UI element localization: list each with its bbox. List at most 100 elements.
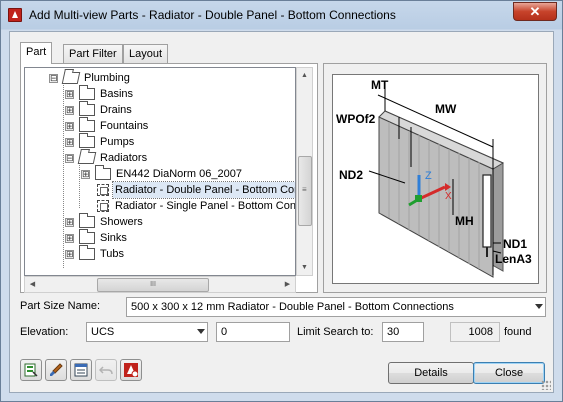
- folder-open-icon: [77, 152, 97, 164]
- autocad-mep-button[interactable]: [120, 359, 142, 381]
- resize-grip-icon[interactable]: [541, 380, 551, 390]
- part-size-value: 500 x 300 x 12 mm Radiator - Double Pane…: [131, 301, 454, 313]
- folder-icon: [79, 213, 95, 228]
- tree-item-label: Fountains: [100, 120, 149, 132]
- radiator-preview-image: Z X MT MW WPOf2 ND2 MH ND1 LenA3: [336, 78, 532, 278]
- preview-frame: Z X MT MW WPOf2 ND2 MH ND1 LenA3: [323, 63, 547, 293]
- axis-z-label: Z: [425, 170, 432, 182]
- folder-icon: [79, 101, 95, 116]
- dialog-client-area: Part Part Filter Layout ⊟ Plumbing ⊞ Bas…: [9, 31, 554, 393]
- connection-pipe: [482, 174, 492, 248]
- tab-part[interactable]: Part: [20, 42, 53, 64]
- tree-item-pumps[interactable]: ⊞ Pumps: [25, 133, 295, 150]
- style-brush-icon: [50, 363, 63, 376]
- part-icon: [97, 200, 109, 212]
- tree-item-label: Drains: [100, 104, 132, 116]
- close-button[interactable]: Close: [473, 362, 545, 384]
- style-brush-button[interactable]: [45, 359, 67, 381]
- tree-item-label: Tubs: [100, 248, 125, 260]
- catalog-browse-icon: [24, 363, 38, 377]
- tab-layout[interactable]: Layout: [123, 44, 169, 63]
- undo-arrow-icon: [99, 366, 113, 375]
- properties-list-button[interactable]: [70, 359, 92, 381]
- tree-item-label: Radiators: [100, 152, 148, 164]
- part-preview: Z X MT MW WPOf2 ND2 MH ND1 LenA3: [332, 74, 539, 284]
- tree-item-radiator-double-panel[interactable]: Radiator - Double Panel - Bottom Connect…: [25, 181, 295, 199]
- found-label: found: [504, 326, 532, 338]
- expand-icon[interactable]: ⊞: [65, 234, 74, 243]
- tree-item-showers[interactable]: ⊞ Showers: [25, 213, 295, 230]
- window-close-button[interactable]: ✕: [513, 2, 557, 21]
- tree-item-radiator-single-panel[interactable]: Radiator - Single Panel - Bottom Connect…: [25, 198, 296, 214]
- catalog-browse-button[interactable]: [20, 359, 42, 381]
- scroll-up-icon[interactable]: ▲: [297, 68, 312, 83]
- tree-item-radiators[interactable]: ⊟ Radiators: [25, 150, 295, 166]
- collapse-icon[interactable]: ⊟: [65, 154, 74, 163]
- elevation-input[interactable]: 0: [216, 322, 290, 342]
- tree-item-label: Sinks: [100, 232, 127, 244]
- folder-icon: [79, 245, 95, 260]
- tree-item-basins[interactable]: ⊞ Basins: [25, 85, 295, 102]
- part-size-dropdown[interactable]: 500 x 300 x 12 mm Radiator - Double Pane…: [126, 297, 546, 317]
- scroll-thumb[interactable]: III: [97, 278, 209, 292]
- scroll-down-icon[interactable]: ▼: [297, 260, 312, 275]
- folder-icon: [79, 133, 95, 148]
- tree-item-label: Plumbing: [84, 72, 130, 84]
- elevation-label: Elevation:: [20, 326, 69, 338]
- part-tab-panel: ⊟ Plumbing ⊞ Basins ⊞ Drains ⊞ Fountains…: [20, 63, 318, 293]
- label-mh: MH: [455, 214, 474, 228]
- tree-vertical-scrollbar[interactable]: ▲ ≡ ▼: [296, 67, 313, 276]
- autocad-mep-icon: [124, 363, 138, 377]
- chevron-down-icon: [535, 304, 543, 309]
- folder-icon: [95, 165, 111, 180]
- details-button[interactable]: Details: [388, 362, 474, 384]
- folder-icon: [79, 85, 95, 100]
- tree-item-plumbing[interactable]: ⊟ Plumbing: [25, 70, 295, 86]
- scroll-right-icon[interactable]: ▶: [280, 277, 295, 292]
- collapse-icon[interactable]: ⊟: [49, 74, 58, 83]
- limit-search-label: Limit Search to:: [297, 326, 374, 338]
- part-tree[interactable]: ⊟ Plumbing ⊞ Basins ⊞ Drains ⊞ Fountains…: [24, 67, 296, 276]
- expand-icon[interactable]: ⊞: [65, 218, 74, 227]
- label-wpof2: WPOf2: [336, 112, 376, 126]
- expand-icon[interactable]: ⊞: [81, 170, 90, 179]
- tree-item-fountains[interactable]: ⊞ Fountains: [25, 117, 295, 134]
- thumb-grip-icon: ≡: [302, 185, 307, 194]
- limit-search-input[interactable]: 30: [382, 322, 424, 342]
- elevation-value: UCS: [91, 326, 115, 338]
- tree-item-tubs[interactable]: ⊞ Tubs: [25, 245, 295, 262]
- dialog-window: Add Multi-view Parts - Radiator - Double…: [0, 0, 563, 402]
- folder-open-icon: [61, 72, 81, 84]
- tree-item-label: Pumps: [100, 136, 135, 148]
- tree-item-label: EN442 DiaNorm 06_2007: [116, 168, 242, 180]
- axis-x-label: X: [445, 191, 452, 202]
- label-lena3: LenA3: [495, 252, 532, 266]
- label-mt: MT: [371, 78, 389, 92]
- tree-item-en442[interactable]: ⊞ EN442 DiaNorm 06_2007: [25, 165, 295, 182]
- tab-part-filter[interactable]: Part Filter: [63, 44, 123, 63]
- label-mw: MW: [435, 102, 457, 116]
- folder-icon: [79, 117, 95, 132]
- folder-icon: [79, 229, 95, 244]
- expand-icon[interactable]: ⊞: [65, 138, 74, 147]
- expand-icon[interactable]: ⊞: [65, 122, 74, 131]
- part-size-label: Part Size Name:: [20, 300, 101, 312]
- tree-item-label: Showers: [100, 216, 143, 228]
- label-nd1: ND1: [503, 237, 527, 251]
- found-count: 1008: [450, 322, 500, 342]
- chevron-down-icon: [197, 329, 205, 334]
- elevation-dropdown[interactable]: UCS: [86, 322, 208, 342]
- expand-icon[interactable]: ⊞: [65, 250, 74, 259]
- window-title: Add Multi-view Parts - Radiator - Double…: [29, 8, 396, 22]
- tree-horizontal-scrollbar[interactable]: ◀ III ▶: [24, 276, 296, 293]
- expand-icon[interactable]: ⊞: [65, 106, 74, 115]
- scroll-thumb[interactable]: ≡: [298, 156, 312, 226]
- label-nd2: ND2: [339, 168, 363, 182]
- tree-item-drains[interactable]: ⊞ Drains: [25, 101, 295, 118]
- scroll-left-icon[interactable]: ◀: [25, 277, 40, 292]
- undo-button[interactable]: [95, 359, 117, 381]
- tree-item-label: Radiator - Single Panel - Bottom Connect…: [115, 200, 296, 212]
- tree-item-sinks[interactable]: ⊞ Sinks: [25, 229, 295, 246]
- expand-icon[interactable]: ⊞: [65, 90, 74, 99]
- title-bar[interactable]: Add Multi-view Parts - Radiator - Double…: [1, 1, 562, 29]
